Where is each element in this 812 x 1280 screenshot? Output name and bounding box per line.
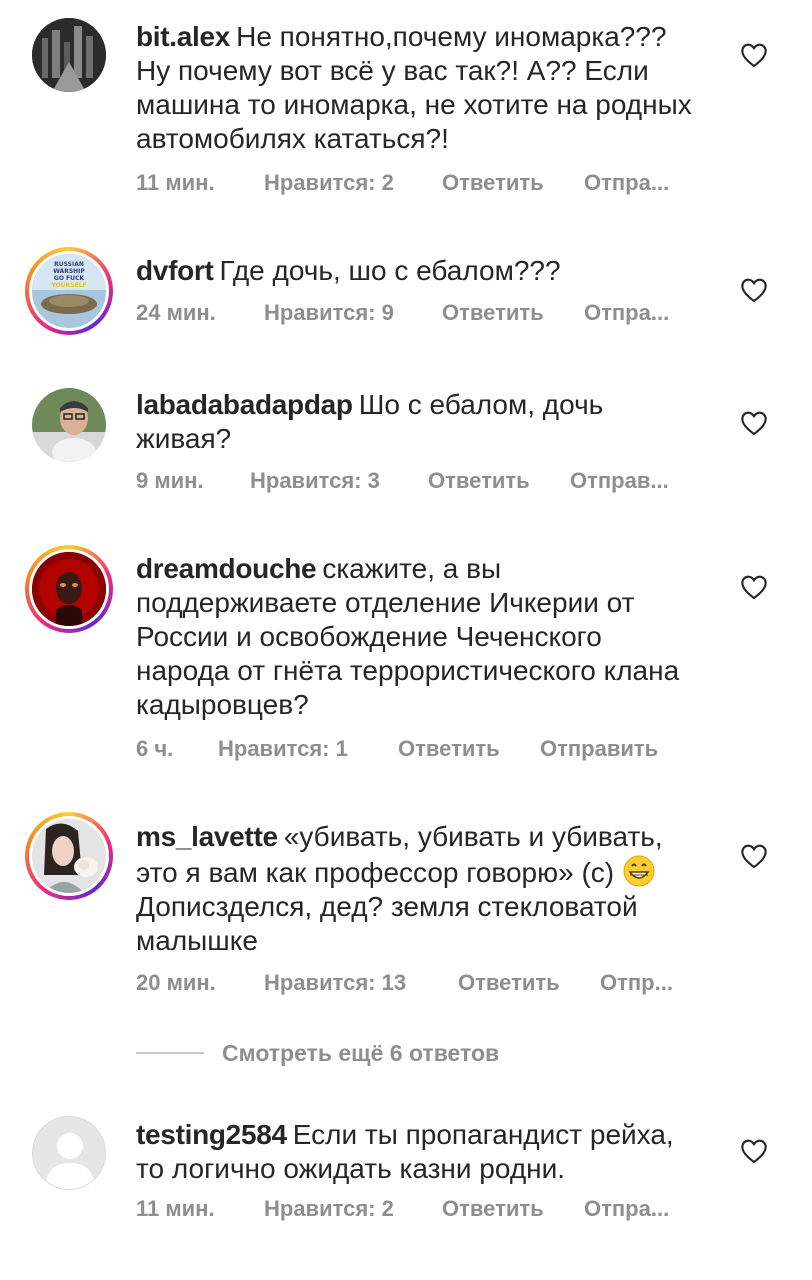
reply-button[interactable]: Ответить (442, 298, 584, 328)
comment-username[interactable]: dvfort (136, 255, 214, 286)
default-user-icon (33, 1117, 105, 1189)
view-more-replies-button[interactable]: Смотреть ещё 6 ответов (222, 1038, 499, 1068)
likes-count[interactable]: Нравится: 13 (264, 968, 458, 998)
avatar[interactable] (32, 388, 106, 462)
comment-meta: 20 мин. Нравится: 13 Ответить Отпр... (136, 968, 684, 998)
comment-time: 20 мин. (136, 970, 216, 995)
comment-text: labadabadapdap Шо с ебалом, дочь живая? (136, 388, 696, 456)
comment-username[interactable]: dreamdouche (136, 553, 317, 584)
comment-meta: 9 мин. Нравится: 3 Ответить Отправ... (136, 466, 682, 496)
reply-button[interactable]: Ответить (398, 734, 540, 764)
like-heart-icon[interactable] (740, 1138, 768, 1164)
like-heart-icon[interactable] (740, 410, 768, 436)
comment-meta: 24 мин. Нравится: 9 Ответить Отпра... (136, 298, 684, 328)
likes-count[interactable]: Нравится: 1 (218, 734, 398, 764)
send-button[interactable]: Отпра... (584, 1194, 684, 1224)
comment-time: 24 мин. (136, 300, 216, 325)
comment-time: 11 мин. (136, 1196, 215, 1221)
badge-line1: RUSSIAN (54, 261, 84, 268)
grinning-face-icon (623, 855, 655, 887)
avatar-image (29, 549, 109, 629)
comment-body-continued: Дописзделся, дед? земля стекловатой малы… (136, 891, 638, 956)
avatar[interactable]: RUSSIAN WARSHIP GO FUCK YOURSELF (25, 247, 113, 335)
comment-time: 9 мин. (136, 468, 204, 493)
send-button[interactable]: Отпра... (584, 298, 684, 328)
comment-username[interactable]: bit.alex (136, 21, 230, 52)
avatar-image: RUSSIAN WARSHIP GO FUCK YOURSELF (29, 251, 109, 331)
like-heart-icon[interactable] (740, 843, 768, 869)
likes-count[interactable]: Нравится: 2 (264, 168, 442, 198)
comment-meta: 6 ч. Нравится: 1 Ответить Отправить (136, 734, 670, 764)
send-button[interactable]: Отправ... (570, 466, 682, 496)
comment-text: bit.alex Не понятно,почему иномарка??? Ну… (136, 20, 696, 156)
likes-count[interactable]: Нравится: 2 (264, 1194, 442, 1224)
avatar[interactable] (25, 812, 113, 900)
comment-time: 6 ч. (136, 736, 174, 761)
comment-username[interactable]: labadabadapdap (136, 389, 353, 420)
reply-button[interactable]: Ответить (458, 968, 600, 998)
comment-body: Где дочь, шо с ебалом??? (219, 255, 561, 286)
avatar-image (29, 816, 109, 896)
badge-line2: WARSHIP (53, 268, 85, 275)
likes-count[interactable]: Нравится: 9 (264, 298, 442, 328)
reply-button[interactable]: Ответить (442, 168, 584, 198)
avatar[interactable] (32, 18, 106, 92)
badge-line3: GO FUCK (54, 275, 84, 282)
avatar[interactable] (25, 545, 113, 633)
comment-text: ms_lavette «убивать, убивать и убивать, э… (136, 820, 696, 958)
comment-text: dvfort Где дочь, шо с ебалом??? (136, 254, 696, 288)
comment-username[interactable]: ms_lavette (136, 821, 278, 852)
send-button[interactable]: Отпра... (584, 168, 684, 198)
comment-time: 11 мин. (136, 170, 215, 195)
view-more-divider (136, 1052, 204, 1054)
reply-button[interactable]: Ответить (442, 1194, 584, 1224)
comment-text: testing2584 Если ты пропагандист рейха, т… (136, 1118, 696, 1186)
send-button[interactable]: Отправить (540, 734, 670, 764)
comment-username[interactable]: testing2584 (136, 1119, 287, 1150)
like-heart-icon[interactable] (740, 42, 768, 68)
badge-line4: YOURSELF (50, 282, 86, 289)
avatar[interactable] (32, 1116, 106, 1190)
comment-text: dreamdouche скажите, а вы поддерживаете о… (136, 552, 696, 722)
send-button[interactable]: Отпр... (600, 968, 684, 998)
comment-meta: 11 мин. Нравится: 2 Ответить Отпра... (136, 168, 684, 198)
reply-button[interactable]: Ответить (428, 466, 570, 496)
comment-meta: 11 мин. Нравится: 2 Ответить Отпра... (136, 1194, 684, 1224)
likes-count[interactable]: Нравится: 3 (250, 466, 428, 496)
like-heart-icon[interactable] (740, 574, 768, 600)
like-heart-icon[interactable] (740, 277, 768, 303)
